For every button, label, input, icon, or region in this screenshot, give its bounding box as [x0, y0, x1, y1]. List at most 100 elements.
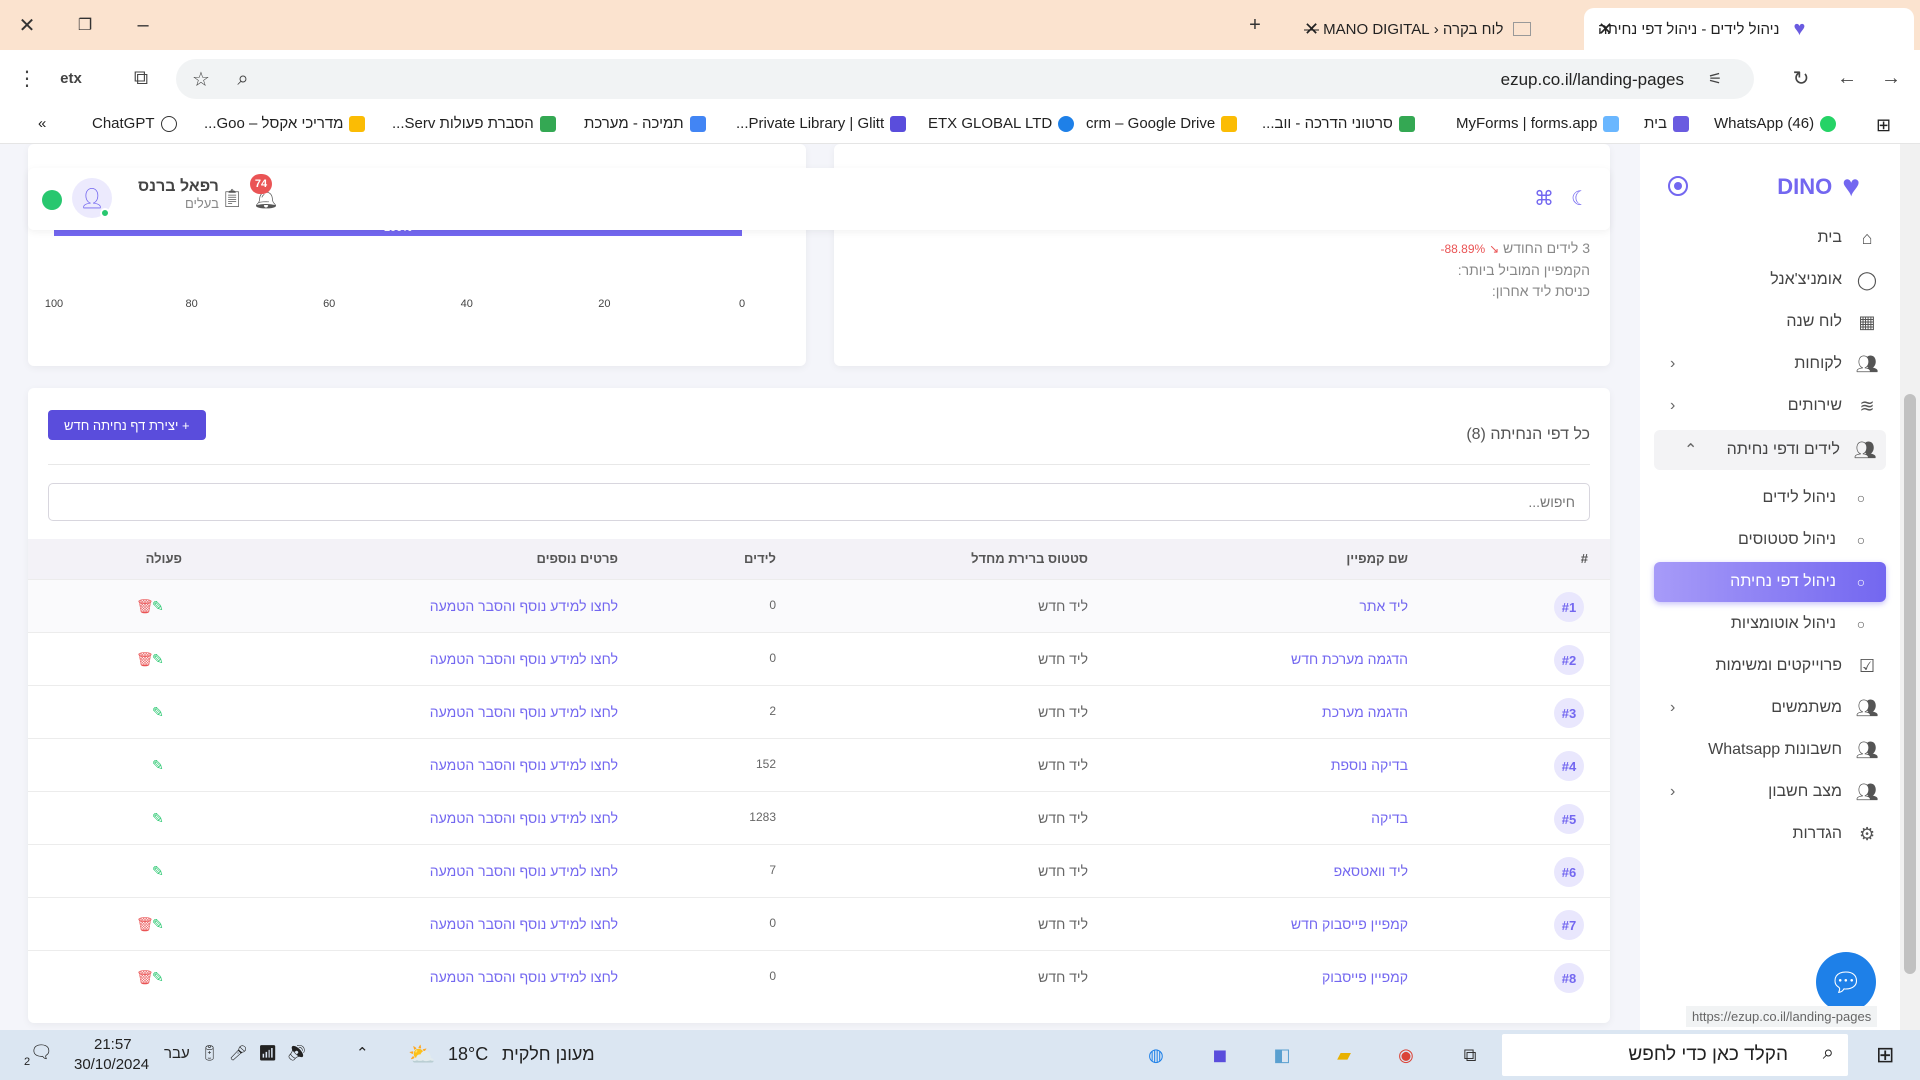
chevron-left-icon[interactable]: ‹	[1670, 397, 1675, 415]
edit-icon[interactable]: ✎	[152, 757, 164, 774]
delete-icon[interactable]: 🗑︎	[136, 598, 154, 615]
edit-icon[interactable]: ✎	[152, 704, 164, 721]
sidebar-item[interactable]: 👥︎ משתמשים ‹	[1640, 688, 1900, 728]
campaign-name-link[interactable]: ליד אתר	[1359, 598, 1408, 614]
site-settings-icon[interactable]: ⚟	[1700, 64, 1730, 94]
tray-chevron-icon[interactable]: ⌃	[356, 1044, 369, 1062]
user-info[interactable]: רפאל ברנס בעלים	[138, 178, 219, 211]
chevron-left-icon[interactable]: ‹	[1670, 699, 1675, 717]
tray-icons[interactable]: 🔋︎🎤︎📶︎🔊︎	[200, 1044, 316, 1062]
minimize-window-icon[interactable]: –	[128, 10, 158, 40]
sidebar-item[interactable]: ≋ שירותים ‹	[1640, 386, 1900, 426]
sidebar-item[interactable]: ○ ניהול לידים	[1640, 478, 1900, 518]
bookmark-item[interactable]: מדריכי אקסל – Goo...	[204, 115, 366, 132]
details-link[interactable]: לחצו למידע נוסף והסבר הטמעה	[430, 651, 618, 667]
bookmark-item[interactable]: ChatGPT	[92, 115, 177, 132]
restore-window-icon[interactable]: ❐	[70, 10, 100, 40]
bookmark-item[interactable]: הסברת פעולות Serv...	[392, 115, 556, 132]
sidebar-item[interactable]: 👥︎ לקוחות ‹	[1640, 344, 1900, 384]
sidebar-item[interactable]: 👥︎ חשבונות Whatsapp	[1640, 730, 1900, 770]
forward-icon[interactable]: →	[1876, 63, 1906, 93]
chat-bubble-icon[interactable]: 💬︎	[1816, 952, 1876, 1012]
tab-close-icon[interactable]: ✕	[1598, 19, 1613, 40]
bookmark-item[interactable]: (46) WhatsApp	[1714, 115, 1837, 132]
campaign-name-link[interactable]: קמפיין פייסבוק חדש	[1291, 916, 1408, 932]
delete-icon[interactable]: 🗑︎	[136, 969, 154, 986]
menu-icon[interactable]: ⋮	[12, 63, 42, 93]
collapse-sidebar-icon[interactable]	[1668, 176, 1688, 196]
more-bookmarks-icon[interactable]: »	[38, 115, 46, 132]
sidebar-item[interactable]: ○ ניהול סטטוסים	[1640, 520, 1900, 560]
details-link[interactable]: לחצו למידע נוסף והסבר הטמעה	[430, 916, 618, 932]
sidebar-item[interactable]: ⚙ הגדרות	[1640, 814, 1900, 854]
chevron-left-icon[interactable]: ‹	[1670, 783, 1675, 801]
command-icon[interactable]: ⌘	[1532, 186, 1556, 210]
details-link[interactable]: לחצו למידע נוסף והסבר הטמעה	[430, 969, 618, 985]
file-explorer-icon[interactable]: ▰	[1326, 1038, 1362, 1072]
new-landing-page-button[interactable]: + יצירת דף נחיתה חדש	[48, 410, 206, 440]
chrome-icon[interactable]: ◉	[1388, 1038, 1424, 1072]
omnibox[interactable]: ☆ ⌕ ezup.co.il/landing-pages ⚟	[176, 59, 1754, 99]
taskbar-search[interactable]: הקלד כאן כדי לחפש ⌕	[1502, 1034, 1848, 1076]
sidebar-item[interactable]: ○ ניהול דפי נחיתה	[1654, 562, 1886, 602]
bookmark-item[interactable]: תמיכה - מערכת	[584, 115, 706, 132]
etx-app-icon[interactable]: ◍	[1138, 1038, 1174, 1072]
campaign-name-link[interactable]: ליד וואטסאפ	[1334, 863, 1408, 879]
bookmark-item[interactable]: בית	[1644, 115, 1689, 132]
star-icon[interactable]: ☆	[186, 64, 216, 94]
sidebar-item[interactable]: 👥︎ לידים ודפי נחיתה ⌃	[1654, 430, 1886, 470]
clock-time[interactable]: 21:57	[94, 1036, 132, 1053]
details-link[interactable]: לחצו למידע נוסף והסבר הטמעה	[430, 757, 618, 773]
campaign-name-link[interactable]: הדגמה מערכת חדש	[1291, 651, 1408, 667]
details-link[interactable]: לחצו למידע נוסף והסבר הטמעה	[430, 704, 618, 720]
language-indicator[interactable]: עבר	[164, 1045, 190, 1062]
app-icon[interactable]: ◧	[1264, 1038, 1300, 1072]
scrollbar[interactable]	[1900, 144, 1920, 1030]
new-tab-icon[interactable]: +	[1240, 10, 1270, 40]
sidebar-item[interactable]: ▦ לוח שנה	[1640, 302, 1900, 342]
etx-extension-icon[interactable]: etx	[56, 63, 86, 93]
reload-icon[interactable]: ↻	[1786, 63, 1816, 93]
campaign-name-link[interactable]: קמפיין פייסבוק	[1322, 969, 1408, 985]
task-view-icon[interactable]: ⧉	[1452, 1038, 1488, 1072]
chevron-up-icon[interactable]: ⌃	[1684, 440, 1697, 460]
moon-icon[interactable]: ☾	[1568, 186, 1592, 210]
scroll-thumb[interactable]	[1904, 394, 1916, 974]
sidebar-item[interactable]: ◯ אומניצ'אנל	[1640, 260, 1900, 300]
delete-icon[interactable]: 🗑︎	[136, 651, 154, 668]
edit-icon[interactable]: ✎	[152, 810, 164, 827]
close-window-icon[interactable]: ✕	[12, 10, 42, 40]
weather-text[interactable]: מעונן חלקית	[502, 1044, 595, 1065]
back-icon[interactable]: ←	[1832, 63, 1862, 93]
edit-icon[interactable]: ✎	[152, 863, 164, 880]
zoom-icon[interactable]: ⌕	[228, 64, 258, 94]
bookmark-item[interactable]: ETX GLOBAL LTD	[928, 115, 1075, 132]
windows-start-icon[interactable]: ⊞	[1876, 1042, 1894, 1068]
extensions-icon[interactable]: ⧉	[126, 63, 156, 93]
delete-icon[interactable]: 🗑︎	[136, 916, 154, 933]
details-link[interactable]: לחצו למידע נוסף והסבר הטמעה	[430, 598, 618, 614]
tab-inactive[interactable]: ✕ לוח בקרה ‹ MANO DIGITAL —	[1290, 8, 1580, 50]
campaign-name-link[interactable]: בדיקה	[1371, 810, 1408, 826]
sidebar-item[interactable]: ⌂ בית	[1640, 218, 1900, 258]
logo[interactable]: ♥ DINO	[1777, 170, 1860, 204]
tab-close-icon[interactable]: ✕	[1304, 19, 1319, 40]
clipboard-icon[interactable]: 📋︎	[220, 186, 244, 210]
bookmark-item[interactable]: MyForms | forms.app	[1456, 115, 1620, 132]
chevron-left-icon[interactable]: ‹	[1670, 355, 1675, 373]
app-icon[interactable]: ◼	[1202, 1038, 1238, 1072]
sidebar-item[interactable]: 👥︎ מצב חשבון ‹	[1640, 772, 1900, 812]
campaign-name-link[interactable]: בדיקה נוספת	[1331, 757, 1408, 773]
campaign-name-link[interactable]: הדגמה מערכת	[1322, 704, 1408, 720]
sidebar-item[interactable]: ○ ניהול אוטומציות	[1640, 604, 1900, 644]
search-input[interactable]	[48, 483, 1590, 521]
sidebar-item[interactable]: ☑ פרוייקטים ומשימות	[1640, 646, 1900, 686]
clock-date[interactable]: 30/10/2024	[74, 1056, 149, 1073]
tab-active[interactable]: ✕ ♥ ניהול לידים - ניהול דפי נחיתה	[1584, 8, 1914, 50]
notification-icon[interactable]: 🗨︎	[30, 1042, 53, 1063]
bookmark-item[interactable]: crm – Google Drive	[1086, 115, 1238, 132]
bookmark-item[interactable]: Private Library | Glitt...	[736, 115, 907, 132]
details-link[interactable]: לחצו למידע נוסף והסבר הטמעה	[430, 810, 618, 826]
bookmark-item[interactable]: סרטוני הדרכה - ווב...	[1262, 115, 1415, 132]
details-link[interactable]: לחצו למידע נוסף והסבר הטמעה	[430, 863, 618, 879]
